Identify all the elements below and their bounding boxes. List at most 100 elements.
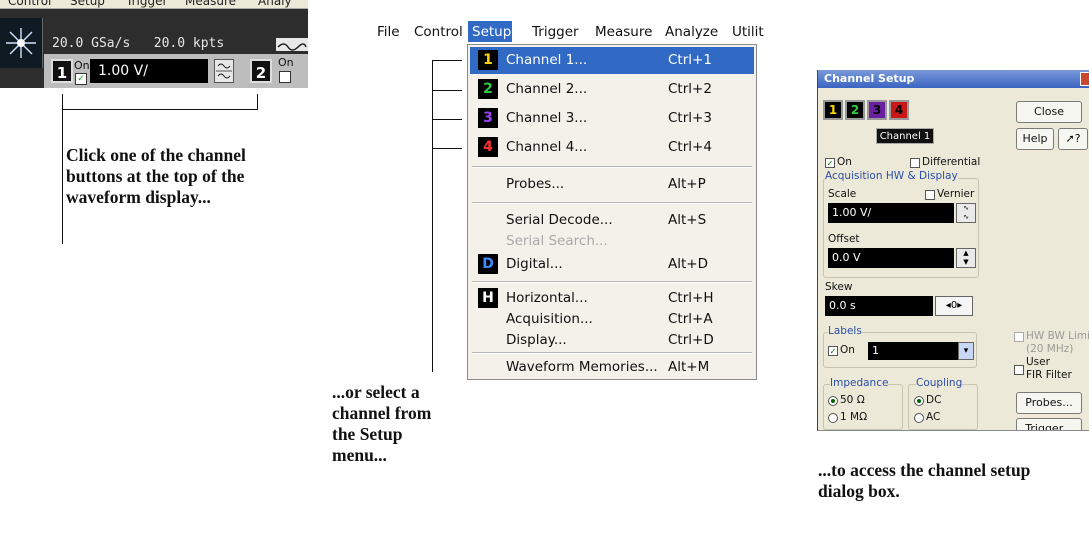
- waveform-mode-icon[interactable]: [276, 38, 308, 51]
- channel-setup-dialog: Channel Setup 1 2 3 4 Close Help ➚? Chan…: [817, 70, 1089, 431]
- scale-wave-spinner[interactable]: ∿ ∿: [956, 203, 976, 223]
- acquisition-group-label: Acquisition HW & Display: [825, 170, 958, 182]
- trigger-button[interactable]: Trigger...: [1016, 418, 1082, 430]
- menu-analyze[interactable]: Analyze: [665, 24, 718, 40]
- menu-item-digital[interactable]: D Digital... Alt+D: [470, 251, 754, 278]
- offset-field[interactable]: 0.0 V: [828, 248, 954, 268]
- user-fir-filter-checkbox[interactable]: [1014, 365, 1024, 375]
- channel-2-on-label: On: [278, 56, 294, 69]
- bracket-line: [257, 94, 258, 110]
- channel-1-on-checkbox[interactable]: ✓: [75, 73, 87, 85]
- menu-separator: [472, 202, 752, 204]
- impedance-1m-radio[interactable]: [828, 413, 838, 423]
- sample-rate-readout: 20.0 GSa/s 20.0 kpts: [52, 36, 225, 51]
- differential-label: Differential: [922, 156, 981, 168]
- pointer-icon: ➚: [1065, 132, 1075, 145]
- channel-2-icon: 2: [478, 79, 498, 99]
- channel-on-checkbox[interactable]: ✓: [825, 158, 835, 168]
- channel-1-button[interactable]: 1: [51, 59, 73, 83]
- chevron-down-icon[interactable]: ▾: [958, 342, 974, 360]
- impedance-group: [823, 384, 903, 430]
- channel-1-scale-field[interactable]: 1.00 V/: [90, 59, 208, 83]
- horizontal-icon: H: [478, 288, 498, 308]
- vernier-checkbox[interactable]: [925, 190, 935, 200]
- dialog-channel-4-tab[interactable]: 4: [889, 100, 909, 120]
- offset-spinner[interactable]: ▲ ▼: [956, 248, 976, 268]
- app-menubar: File Control Setup Trigger Measure Analy…: [370, 20, 764, 42]
- offset-label: Offset: [828, 233, 860, 245]
- menu-analyze[interactable]: Analy: [258, 0, 292, 8]
- menu-separator: [472, 166, 752, 168]
- differential-checkbox[interactable]: [910, 158, 920, 168]
- menu-setup[interactable]: Setup: [472, 24, 511, 40]
- close-icon[interactable]: [1080, 72, 1089, 86]
- fir-filter-label: FIR Filter: [1026, 369, 1072, 381]
- scope-toolbar-crop: Control Setup Trigger Measure Analy 20.0…: [0, 0, 308, 88]
- caption-step-1: Click one of the channel buttons at the …: [66, 145, 246, 207]
- menu-control[interactable]: Control: [414, 24, 463, 40]
- menu-item-display[interactable]: Display... Ctrl+D: [470, 327, 754, 354]
- bracket-line: [62, 94, 63, 110]
- menu-measure[interactable]: Measure: [595, 24, 652, 40]
- coupling-dc-label: DC: [926, 394, 942, 406]
- bracket-line: [432, 148, 462, 149]
- impedance-label: Impedance: [830, 377, 889, 389]
- menu-setup[interactable]: Setup: [70, 0, 105, 8]
- setup-dropdown-menu: 1 Channel 1... Ctrl+1 2 Channel 2... Ctr…: [467, 44, 757, 380]
- hw-bw-limit-label: HW BW Limit: [1026, 330, 1089, 342]
- labels-on-label: On: [840, 344, 855, 356]
- coupling-ac-label: AC: [926, 411, 941, 423]
- channel-1-scale-spinner[interactable]: [214, 59, 234, 83]
- coupling-label: Coupling: [916, 377, 963, 389]
- menu-separator: [472, 281, 752, 283]
- menu-item-waveform-memories[interactable]: Waveform Memories... Alt+M: [470, 354, 754, 381]
- menu-item-channel-2[interactable]: 2 Channel 2... Ctrl+2: [470, 76, 754, 103]
- menu-item-channel-4[interactable]: 4 Channel 4... Ctrl+4: [470, 134, 754, 161]
- dialog-channel-3-tab[interactable]: 3: [867, 100, 887, 120]
- channel-1-icon: 1: [478, 50, 498, 70]
- dialog-channel-1-tab[interactable]: 1: [823, 100, 843, 120]
- menu-trigger[interactable]: Trigger: [126, 0, 167, 8]
- user-label: User: [1026, 356, 1050, 368]
- coupling-group: [908, 384, 978, 430]
- starburst-icon: [6, 28, 36, 58]
- menu-measure[interactable]: Measure: [185, 0, 236, 8]
- menu-item-channel-1[interactable]: 1 Channel 1... Ctrl+1: [470, 47, 754, 74]
- impedance-50-radio[interactable]: [828, 396, 838, 406]
- bracket-line: [62, 109, 258, 110]
- probes-button[interactable]: Probes...: [1016, 392, 1082, 414]
- close-button[interactable]: Close: [1016, 101, 1082, 123]
- menu-item-channel-3[interactable]: 3 Channel 3... Ctrl+3: [470, 105, 754, 132]
- label-select[interactable]: 1: [868, 342, 958, 360]
- help-button[interactable]: Help: [1016, 128, 1054, 150]
- scale-label: Scale: [828, 188, 857, 200]
- menu-control[interactable]: Control: [8, 0, 51, 8]
- scale-field[interactable]: 1.00 V/: [828, 203, 954, 223]
- channel-4-icon: 4: [478, 137, 498, 157]
- labels-on-checkbox[interactable]: ✓: [828, 346, 838, 356]
- scope-logo: [0, 18, 43, 68]
- labels-group-label: Labels: [828, 325, 862, 337]
- hw-bw-limit-checkbox: [1014, 332, 1024, 342]
- channel-2-button[interactable]: 2: [250, 59, 272, 83]
- menu-utilities[interactable]: Utilit: [732, 24, 764, 40]
- skew-field[interactable]: 0.0 s: [825, 296, 933, 316]
- coupling-dc-radio[interactable]: [914, 396, 924, 406]
- whats-this-button[interactable]: ➚?: [1058, 128, 1088, 150]
- bracket-line: [432, 60, 462, 61]
- vernier-label: Vernier: [937, 188, 975, 200]
- channel-2-on-checkbox[interactable]: [279, 71, 291, 83]
- skew-step-control[interactable]: ◂0▸: [935, 296, 973, 316]
- channel-1-on-label: On: [74, 59, 90, 72]
- impedance-50-label: 50 Ω: [840, 394, 865, 406]
- menu-trigger[interactable]: Trigger: [532, 24, 579, 40]
- channel-on-label: On: [837, 156, 852, 168]
- channel-3-icon: 3: [478, 108, 498, 128]
- menu-file[interactable]: File: [377, 24, 400, 40]
- menu-item-probes[interactable]: Probes... Alt+P: [470, 171, 754, 198]
- caption-step-2: ...or select a channel from the Setup me…: [332, 382, 432, 465]
- coupling-ac-radio[interactable]: [914, 413, 924, 423]
- bracket-line: [62, 94, 63, 244]
- hw-bw-limit-value: (20 MHz): [1026, 343, 1074, 355]
- dialog-channel-2-tab[interactable]: 2: [845, 100, 865, 120]
